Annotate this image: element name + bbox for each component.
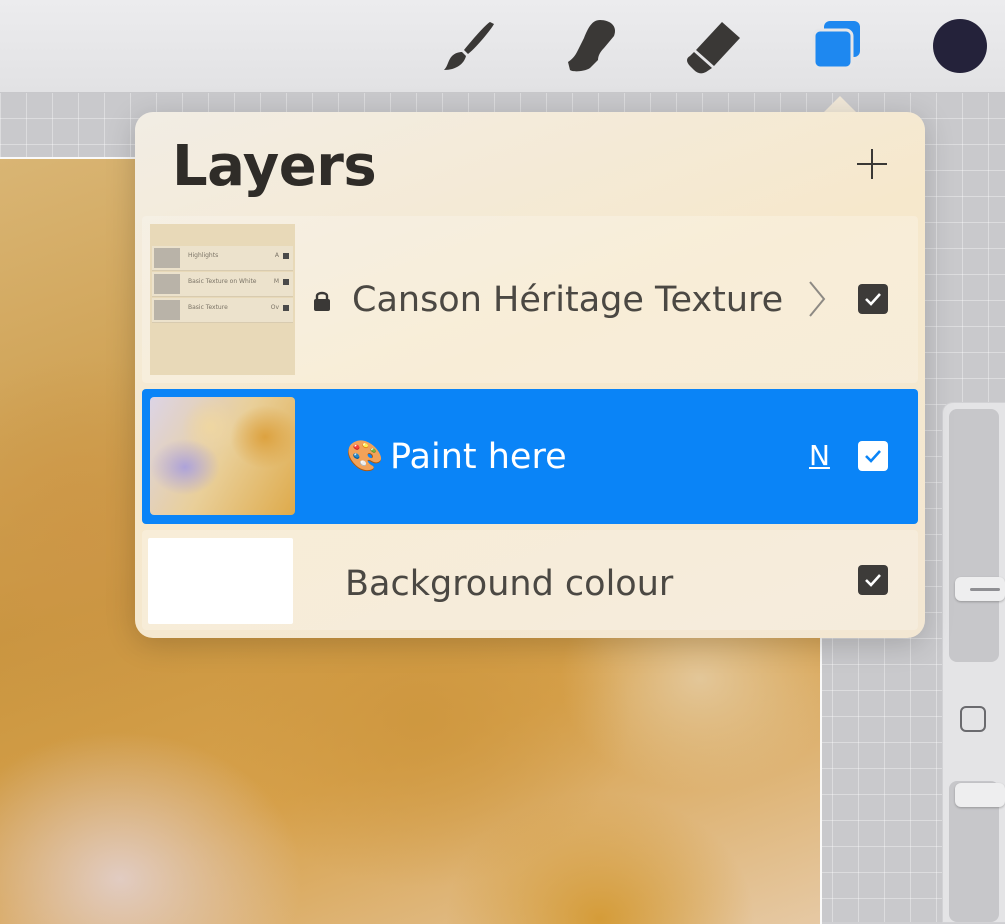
layer-name: 🎨 Paint here <box>346 437 567 477</box>
palette-icon: 🎨 <box>346 439 384 474</box>
layer-name: Canson Héritage Texture <box>352 280 784 320</box>
opacity-slider-thumb[interactable] <box>955 783 1005 807</box>
layer-row-paint[interactable]: 🎨 Paint here N <box>142 389 918 524</box>
layer-row-background[interactable]: Background colour <box>142 530 918 630</box>
thumbnail-sublayer: Highlights A <box>152 246 293 271</box>
layer-row-group[interactable]: Highlights A Basic Texture on White M Ba… <box>142 216 918 383</box>
add-layer-button[interactable] <box>857 149 887 179</box>
smudge-tool-button[interactable] <box>560 16 620 76</box>
smudge-icon <box>568 20 616 72</box>
panel-title: Layers <box>172 134 377 199</box>
checkmark-icon <box>865 574 881 587</box>
chevron-right-icon[interactable] <box>808 280 826 318</box>
checkmark-icon <box>865 450 881 463</box>
eraser-icon <box>687 22 740 74</box>
layer-thumbnail: Highlights A Basic Texture on White M Ba… <box>150 224 295 375</box>
layer-thumbnail <box>150 397 295 515</box>
lock-icon <box>314 291 330 311</box>
layers-panel: Layers Highlights A Basic Texture on Whi… <box>135 112 925 638</box>
layers-icon <box>812 21 860 70</box>
layer-name-text: Paint here <box>390 437 567 477</box>
checkmark-icon <box>865 293 881 306</box>
layer-visibility-checkbox[interactable] <box>858 441 888 471</box>
layer-visibility-checkbox[interactable] <box>858 284 888 314</box>
color-picker-button[interactable] <box>933 19 987 73</box>
brush-size-slider-thumb[interactable] <box>955 577 1005 601</box>
slider-grip <box>970 588 1000 591</box>
brush-size-slider[interactable] <box>949 409 1005 662</box>
eraser-tool-button[interactable] <box>684 16 744 76</box>
layer-name: Background colour <box>345 564 674 604</box>
paintbrush-tool-button[interactable] <box>438 16 498 76</box>
blend-mode-button[interactable]: N <box>809 439 830 472</box>
thumbnail-sublayer: Basic Texture on White M <box>152 272 293 297</box>
top-toolbar <box>0 0 1005 93</box>
side-toolbar <box>943 403 1005 922</box>
layer-thumbnail <box>148 538 293 624</box>
thumbnail-sublayer: Basic Texture Ov <box>152 298 293 323</box>
layer-visibility-checkbox[interactable] <box>858 565 888 595</box>
paintbrush-icon <box>444 22 494 70</box>
modify-button[interactable] <box>960 706 986 732</box>
layers-tool-button[interactable] <box>806 16 866 76</box>
opacity-slider[interactable] <box>949 781 1005 922</box>
